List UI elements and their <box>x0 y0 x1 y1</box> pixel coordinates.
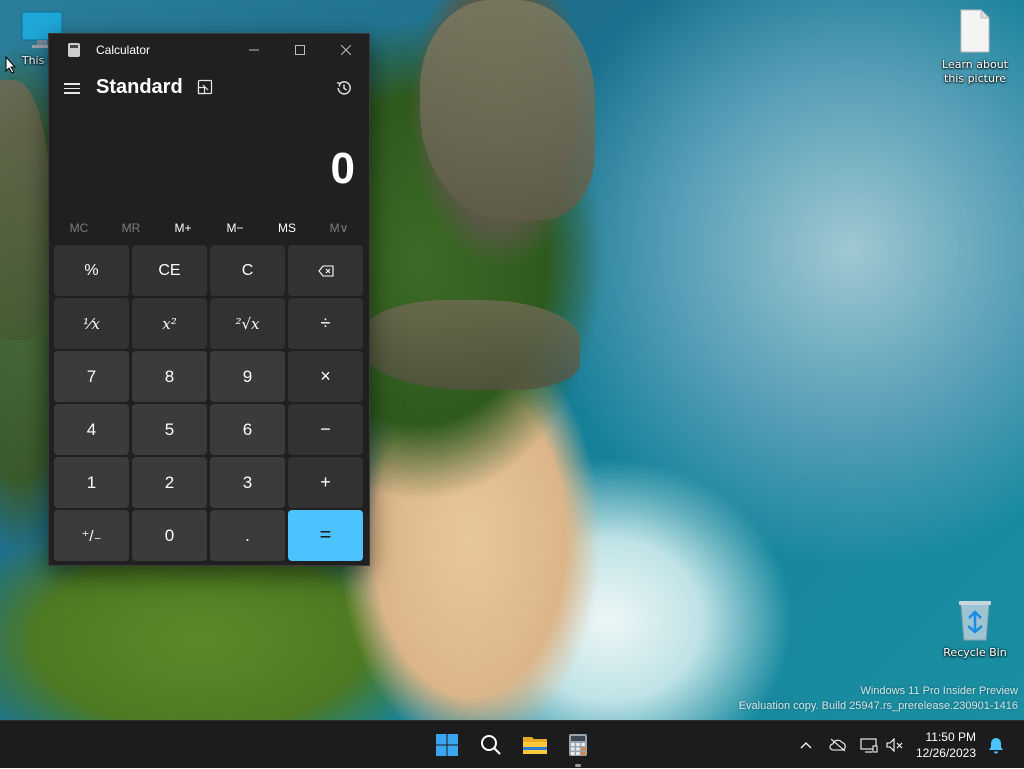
multiply-button[interactable]: × <box>288 351 363 402</box>
digit-7-button[interactable]: 7 <box>54 351 129 402</box>
equals-button[interactable]: = <box>288 510 363 561</box>
file-explorer-button[interactable] <box>519 729 551 761</box>
backspace-button[interactable] <box>288 245 363 296</box>
cliff-rock <box>420 0 595 220</box>
digit-9-button[interactable]: 9 <box>210 351 285 402</box>
calculator-header: Standard <box>49 70 369 110</box>
digit-4-button[interactable]: 4 <box>54 404 129 455</box>
subtract-button[interactable]: − <box>288 404 363 455</box>
network-status-button[interactable] <box>826 721 850 769</box>
calculator-icon <box>569 734 587 756</box>
desktop-icon-label: Learn about this picture <box>942 58 1008 85</box>
keep-on-top-icon[interactable] <box>197 79 213 95</box>
navigation-menu-button[interactable] <box>64 80 80 96</box>
show-hidden-icons-button[interactable] <box>796 721 816 769</box>
add-button[interactable]: + <box>288 457 363 508</box>
digit-8-button[interactable]: 8 <box>132 351 207 402</box>
backspace-icon <box>317 264 334 277</box>
clock[interactable]: 11:50 PM 12/26/2023 <box>916 729 976 761</box>
digit-5-button[interactable]: 5 <box>132 404 207 455</box>
active-app-indicator <box>575 764 581 767</box>
digit-1-button[interactable]: 1 <box>54 457 129 508</box>
memory-recall-button[interactable]: MR <box>105 216 157 240</box>
calculator-app-icon <box>68 43 80 57</box>
clear-entry-button[interactable]: CE <box>132 245 207 296</box>
clock-time: 11:50 PM <box>925 730 976 744</box>
watermark-line: Windows 11 Pro Insider Preview <box>860 685 1018 697</box>
os-watermark: Windows 11 Pro Insider Preview Evaluatio… <box>739 684 1018 714</box>
volume-button[interactable] <box>884 721 906 769</box>
recycle-bin-icon <box>959 601 991 641</box>
clear-button[interactable]: C <box>210 245 285 296</box>
digit-0-button[interactable]: 0 <box>132 510 207 561</box>
mode-title: Standard <box>96 76 183 98</box>
square-button[interactable]: x² <box>132 298 207 349</box>
digit-6-button[interactable]: 6 <box>210 404 285 455</box>
history-icon[interactable] <box>335 79 353 97</box>
display-button[interactable] <box>858 721 880 769</box>
network-off-icon <box>829 738 846 752</box>
mouse-cursor-icon <box>5 56 17 74</box>
notification-bell-icon <box>989 737 1003 753</box>
file-explorer-icon <box>523 737 547 754</box>
taskbar: 11:50 PM 12/26/2023 <box>0 720 1024 768</box>
left-cliff <box>0 80 50 340</box>
decimal-button[interactable]: . <box>210 510 285 561</box>
learn-about-picture-shortcut[interactable]: Learn about this picture <box>935 8 1015 86</box>
maximize-button[interactable] <box>277 34 323 66</box>
clock-date: 12/26/2023 <box>915 746 976 760</box>
percent-button[interactable]: % <box>54 245 129 296</box>
calculator-taskbar-button[interactable] <box>562 729 594 761</box>
digit-3-button[interactable]: 3 <box>210 457 285 508</box>
memory-store-button[interactable]: MS <box>261 216 313 240</box>
recycle-bin-shortcut[interactable]: Recycle Bin <box>940 598 1010 660</box>
window-title: Calculator <box>96 43 151 57</box>
monitor-icon <box>860 737 878 753</box>
digit-2-button[interactable]: 2 <box>132 457 207 508</box>
minimize-icon <box>249 49 259 51</box>
cliff-rock <box>360 300 580 390</box>
memory-subtract-button[interactable]: M− <box>209 216 261 240</box>
title-bar[interactable]: Calculator <box>49 34 369 66</box>
maximize-icon <box>295 45 305 55</box>
search-button[interactable] <box>475 729 507 761</box>
speaker-muted-icon <box>886 738 903 752</box>
memory-clear-button[interactable]: MC <box>53 216 105 240</box>
memory-bar: MC MR M+ M− MS M∨ <box>53 216 365 240</box>
close-button[interactable] <box>323 34 369 66</box>
minimize-button[interactable] <box>231 34 277 66</box>
reciprocal-button[interactable]: ⅟x <box>54 298 129 349</box>
negate-button[interactable]: ⁺/₋ <box>54 510 129 561</box>
start-icon <box>436 734 458 756</box>
start-button[interactable] <box>431 729 463 761</box>
chevron-up-icon <box>800 742 812 749</box>
memory-list-button[interactable]: M∨ <box>313 216 365 240</box>
divide-button[interactable]: ÷ <box>288 298 363 349</box>
memory-add-button[interactable]: M+ <box>157 216 209 240</box>
close-icon <box>341 45 351 55</box>
notifications-button[interactable] <box>984 721 1008 769</box>
search-icon <box>481 735 501 755</box>
calculator-window: Calculator Standard 0 MC MR M+ M− MS M∨ … <box>48 33 370 566</box>
document-icon <box>960 9 990 53</box>
square-root-button[interactable]: ²√x <box>210 298 285 349</box>
desktop-icon-label: Recycle Bin <box>943 646 1007 659</box>
result-display: 0 <box>330 144 355 193</box>
watermark-line: Evaluation copy. Build 25947.rs_prerelea… <box>738 700 1018 712</box>
